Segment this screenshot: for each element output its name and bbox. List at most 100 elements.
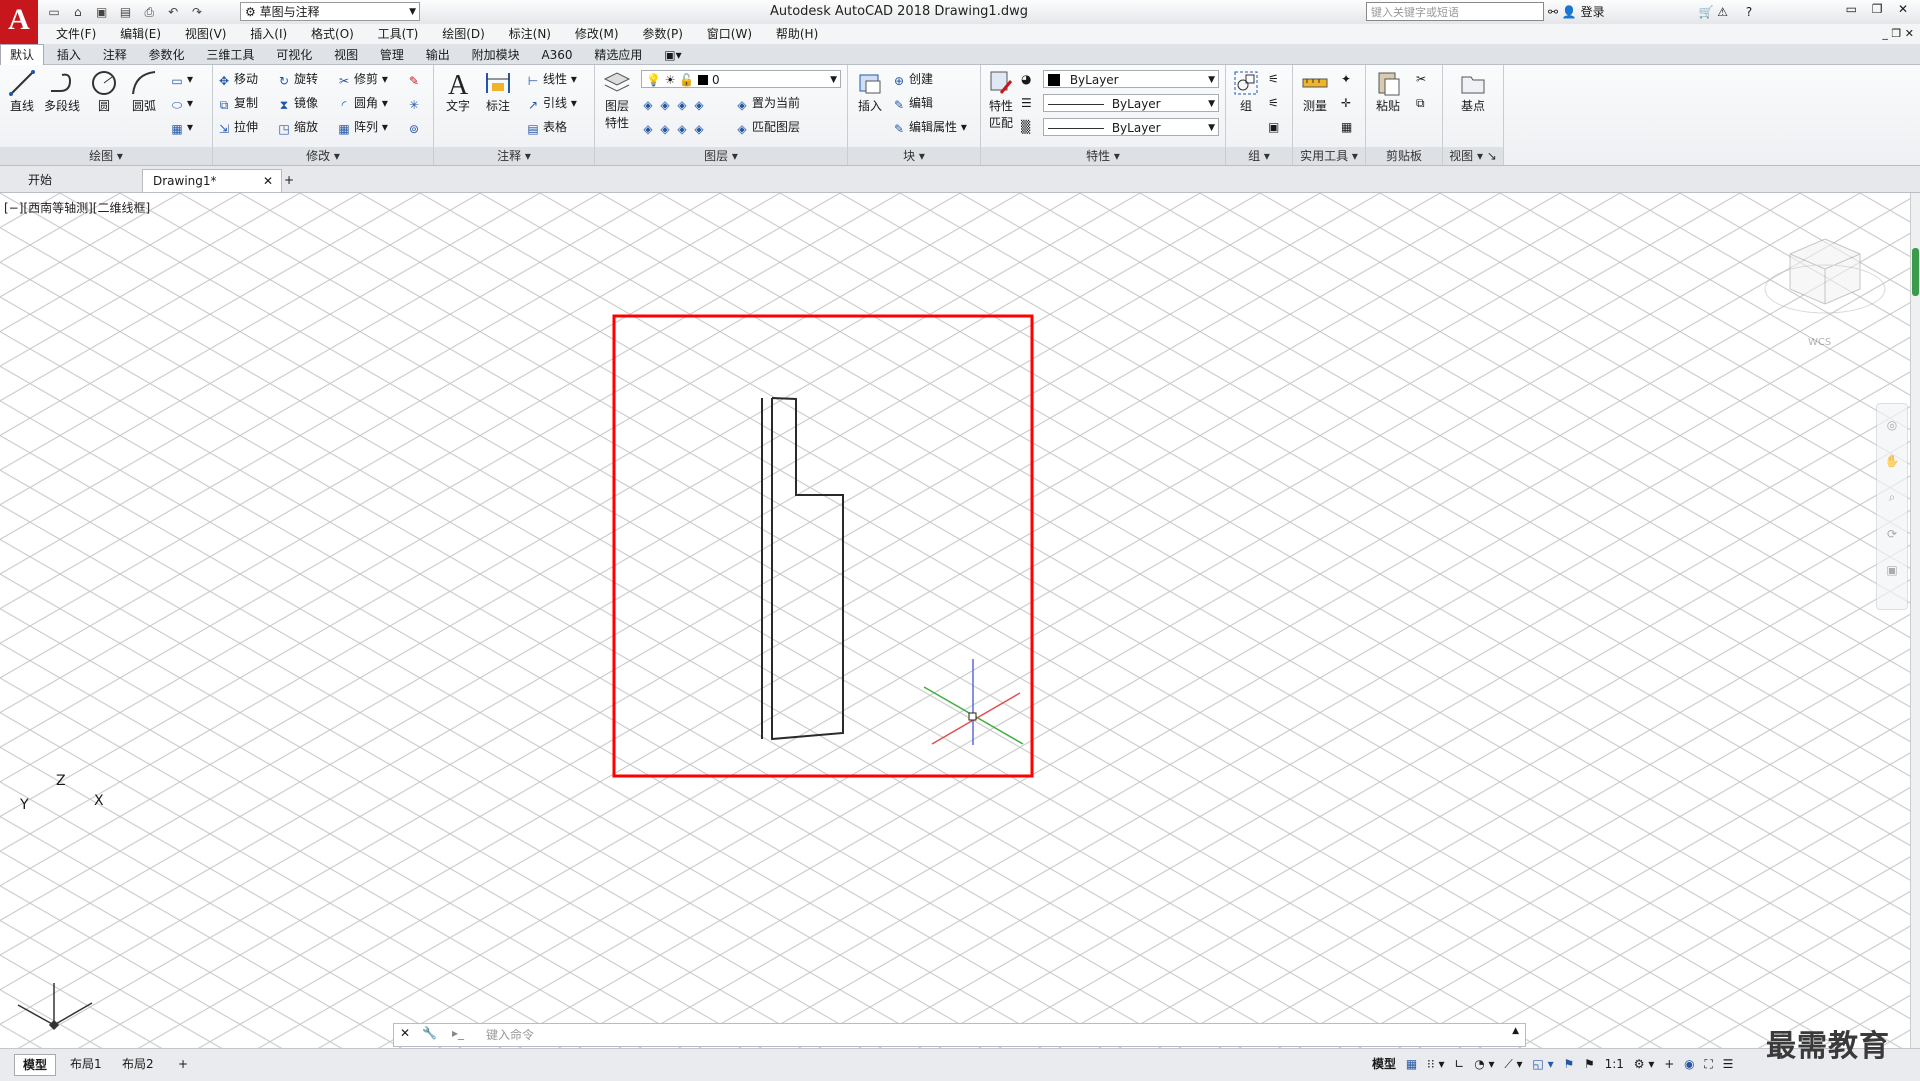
plus-icon[interactable]: +: [1664, 1057, 1674, 1071]
close-icon[interactable]: ✕: [1892, 2, 1914, 16]
view-panel-title[interactable]: 视图 ▾ ↘: [1443, 147, 1503, 165]
search-input[interactable]: 键入关键字或短语: [1366, 2, 1544, 21]
tab-addins[interactable]: 附加模块: [463, 45, 529, 65]
steering-wheel-icon[interactable]: ◎: [1877, 418, 1907, 432]
dimension-tool[interactable]: 标注: [480, 69, 516, 114]
arc-tool[interactable]: 圆弧: [126, 69, 162, 114]
undo-icon[interactable]: ↶: [163, 3, 183, 21]
restore-icon[interactable]: ❐: [1866, 2, 1888, 16]
add-layout-button[interactable]: +: [170, 1054, 196, 1074]
exchange-icon[interactable]: ⚠: [1717, 5, 1728, 19]
lineweight-icon[interactable]: ☰: [1021, 93, 1032, 113]
save-icon[interactable]: ▣: [92, 3, 112, 21]
user-icon[interactable]: 👤: [1562, 5, 1577, 19]
layout-tab-layout2[interactable]: 布局2: [114, 1054, 162, 1074]
trim-tool[interactable]: ✂ 修剪 ▾: [337, 69, 388, 89]
tab-manage[interactable]: 管理: [371, 45, 413, 65]
layout-tab-model[interactable]: 模型: [14, 1054, 57, 1076]
linear-dim-tool[interactable]: ⊢ 线性 ▾: [526, 69, 577, 89]
edit-attribute-tool[interactable]: ✎ 编辑属性 ▾: [892, 117, 967, 137]
quick-select-icon[interactable]: ✦: [1341, 69, 1351, 89]
draw-panel-title[interactable]: 绘图 ▾: [0, 147, 212, 165]
polyline-tool[interactable]: 多段线: [44, 69, 80, 114]
menu-edit[interactable]: 编辑(E): [110, 24, 171, 44]
groups-panel-title[interactable]: 组 ▾: [1226, 147, 1292, 165]
model-space-button[interactable]: 模型: [1372, 1055, 1396, 1072]
offset-tool[interactable]: ⊚: [407, 117, 424, 137]
cart-icon[interactable]: 🛒: [1699, 5, 1714, 19]
menu-format[interactable]: 格式(O): [301, 24, 364, 44]
menu-help[interactable]: 帮助(H): [766, 24, 828, 44]
orbit-icon[interactable]: ⟳: [1877, 527, 1907, 541]
pan-icon[interactable]: ✋: [1877, 454, 1907, 468]
transparency-icon[interactable]: ▒: [1021, 117, 1030, 137]
text-tool[interactable]: A 文字: [440, 69, 476, 114]
polar-icon[interactable]: ◔ ▾: [1474, 1057, 1494, 1071]
workspace-switcher[interactable]: ⚙ 草图与注释 ▼: [240, 2, 420, 21]
utilities-panel-title[interactable]: 实用工具 ▾: [1293, 147, 1365, 165]
line-tool[interactable]: 直线: [4, 69, 40, 114]
scrollbar-thumb[interactable]: [1912, 248, 1919, 296]
tab-parametric[interactable]: 参数化: [140, 45, 194, 65]
drawing-canvas[interactable]: [−][西南等轴测][二维线框] Z X Y WCS ◎ ✋ ⌕ ⟳ ▣: [0, 193, 1910, 1048]
wcs-label[interactable]: WCS: [1808, 337, 1831, 348]
ungroup-icon[interactable]: ⚟: [1268, 69, 1279, 89]
showmotion-icon[interactable]: ▣: [1877, 563, 1907, 577]
insert-block-tool[interactable]: 插入: [852, 69, 888, 114]
block-panel-title[interactable]: 块 ▾: [848, 147, 980, 165]
annotation-panel-title[interactable]: 注释 ▾: [434, 147, 594, 165]
tab-insert[interactable]: 插入: [48, 45, 90, 65]
tab-start[interactable]: 开始: [18, 169, 138, 191]
wrench-icon[interactable]: 🔧: [422, 1026, 437, 1040]
layer-tool-row-2[interactable]: ◈ ◈ ◈ ◈: [641, 117, 709, 137]
isodraft-icon[interactable]: ⟋ ▾: [1504, 1057, 1522, 1072]
annotation-scale-icon[interactable]: ⚑: [1584, 1057, 1595, 1071]
move-tool[interactable]: ✥ 移动: [217, 69, 258, 89]
lineweight-dropdown[interactable]: ByLayer ▼: [1043, 118, 1219, 136]
menu-modify[interactable]: 修改(M): [565, 24, 629, 44]
application-menu-button[interactable]: A: [0, 0, 38, 44]
settings-gear-icon[interactable]: ⚙ ▾: [1634, 1057, 1655, 1071]
cut-icon[interactable]: ✂: [1416, 69, 1426, 89]
leader-tool[interactable]: ↗ 引线 ▾: [526, 93, 577, 113]
osnap-icon[interactable]: ◱ ▾: [1532, 1057, 1553, 1071]
close-icon[interactable]: ✕: [263, 170, 273, 192]
ellipse-tool[interactable]: ⬭ ▾: [170, 93, 193, 113]
base-view-tool[interactable]: 基点: [1455, 69, 1491, 114]
create-block-tool[interactable]: ⊕ 创建: [892, 69, 933, 89]
layout-tab-layout1[interactable]: 布局1: [62, 1054, 110, 1074]
isolate-icon[interactable]: ◉: [1684, 1057, 1694, 1071]
minimize-icon[interactable]: ▭: [1840, 2, 1862, 16]
point-icon[interactable]: ✛: [1341, 93, 1351, 113]
login-button[interactable]: 登录: [1581, 5, 1605, 19]
group-tool[interactable]: 组: [1228, 69, 1264, 114]
scale-tool[interactable]: ◳ 缩放: [277, 117, 318, 137]
annotation-visibility-icon[interactable]: ⚑: [1563, 1057, 1574, 1071]
menu-view[interactable]: 视图(V): [175, 24, 237, 44]
layer-tool-row-1[interactable]: ◈ ◈ ◈ ◈: [641, 93, 709, 113]
chevron-up-icon[interactable]: ▲: [1512, 1026, 1519, 1036]
redo-icon[interactable]: ↷: [187, 3, 207, 21]
circle-tool[interactable]: 圆: [86, 69, 122, 114]
ribbon-options-icon[interactable]: ▣▾: [655, 45, 690, 65]
close-icon[interactable]: ✕: [400, 1026, 410, 1040]
print-icon[interactable]: ⎙: [139, 3, 159, 21]
open-file-icon[interactable]: ⌂: [68, 3, 88, 21]
customize-icon[interactable]: ☰: [1723, 1057, 1734, 1071]
menu-insert[interactable]: 插入(I): [240, 24, 297, 44]
calculator-icon[interactable]: ▦: [1341, 117, 1352, 137]
menu-parametric[interactable]: 参数(P): [632, 24, 693, 44]
rectangle-tool[interactable]: ▭ ▾: [170, 69, 193, 89]
grid-icon[interactable]: ▦: [1406, 1057, 1417, 1071]
help-icon[interactable]: ?: [1746, 5, 1752, 19]
match-layer-tool[interactable]: ◈ 匹配图层: [735, 117, 800, 137]
layer-properties-tool[interactable]: 图层 特性: [599, 69, 635, 131]
group-select-icon[interactable]: ▣: [1268, 117, 1279, 137]
layer-dropdown[interactable]: 💡 ☀ 🔓 0 ▼: [641, 70, 841, 88]
tab-drawing1[interactable]: Drawing1* ✕: [142, 169, 282, 192]
linetype-dropdown[interactable]: ByLayer ▼: [1043, 94, 1219, 112]
erase-tool[interactable]: ✎: [407, 69, 424, 89]
hatch-tool[interactable]: ▦ ▾: [170, 117, 193, 137]
group-edit-icon[interactable]: ⚟: [1268, 93, 1279, 113]
menu-window[interactable]: 窗口(W): [697, 24, 762, 44]
